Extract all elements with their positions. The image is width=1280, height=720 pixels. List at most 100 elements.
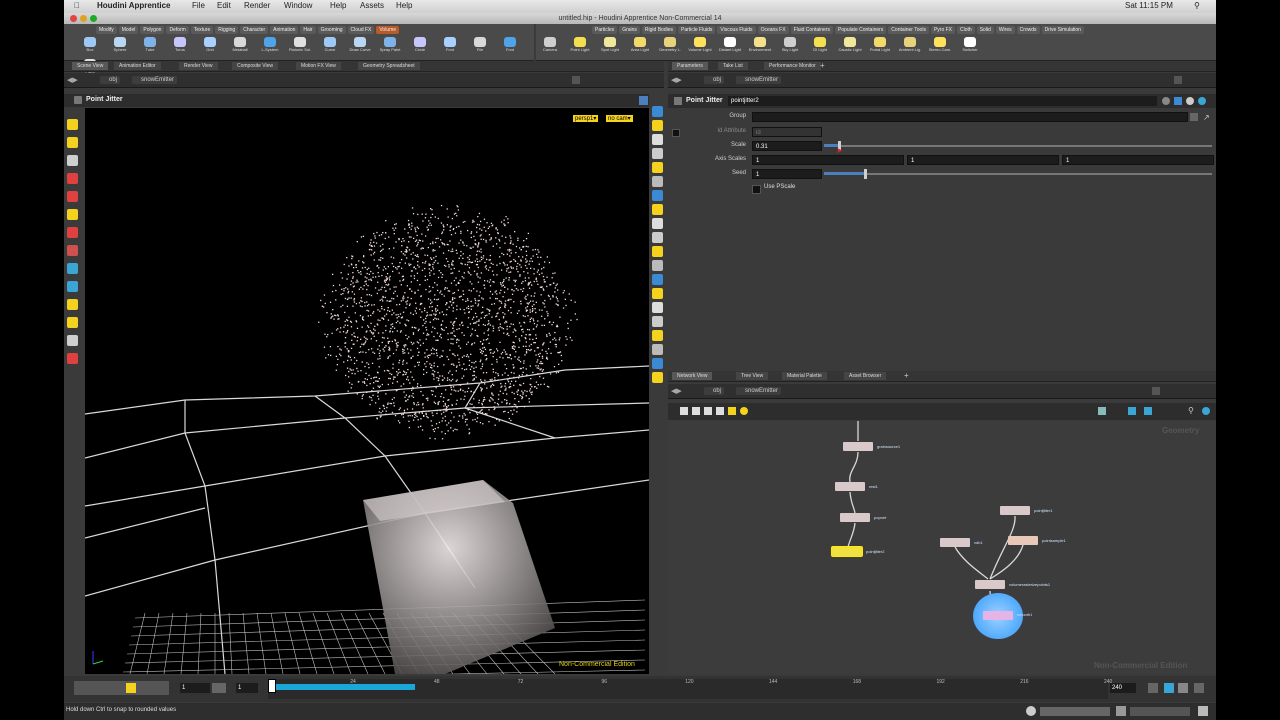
shelf-right-tool-1[interactable]: Point Light: [568, 37, 592, 59]
shelf-left-tool-14[interactable]: Font: [498, 37, 522, 59]
seed-slider-handle[interactable]: [864, 169, 867, 179]
tab-motion-fx-view[interactable]: Motion FX View: [296, 62, 341, 70]
viewport-right-toolbar-tool-4-icon[interactable]: [652, 162, 663, 173]
shelf-right-tab-5[interactable]: Oceans FX: [757, 26, 789, 34]
menu-file[interactable]: File: [192, 1, 205, 10]
shelf-left-tool-9[interactable]: Draw Curve: [348, 37, 372, 59]
shelf-left-tab-9[interactable]: Grooming: [317, 26, 346, 34]
left-toolbar-tool-0-icon[interactable]: [67, 119, 78, 130]
timeline-track[interactable]: 124487296120144168192216240: [268, 679, 1112, 699]
viewport-right-toolbar-tool-11-icon[interactable]: [652, 260, 663, 271]
left-toolbar-tool-11-icon[interactable]: [67, 317, 78, 328]
tab-parameters[interactable]: Parameters: [672, 62, 708, 70]
display-options-icon[interactable]: [639, 96, 648, 105]
tab-render-view[interactable]: Render View: [179, 62, 218, 70]
viewport-right-toolbar-tool-18-icon[interactable]: [652, 358, 663, 369]
shelf-right-tool-5[interactable]: Volume Light: [688, 37, 712, 59]
tab-performance-monitor[interactable]: Performance Monitor: [764, 62, 821, 70]
menu-render[interactable]: Render: [244, 1, 270, 10]
keys-icon[interactable]: [1164, 683, 1174, 693]
end-frame-field[interactable]: 240: [1110, 683, 1136, 693]
network-box-icon[interactable]: [740, 407, 748, 415]
scale-field[interactable]: 0.31: [752, 141, 822, 151]
viewport-right-toolbar-tool-12-icon[interactable]: [652, 274, 663, 285]
network-editor[interactable]: Geometry Non-Commercial Edition grainsou…: [668, 421, 1216, 674]
shelf-left-tab-2[interactable]: Polygon: [140, 26, 165, 34]
network-tool-3-icon[interactable]: [704, 407, 712, 415]
shelf-right-tool-9[interactable]: GI Light: [808, 37, 832, 59]
shelf-right-tool-14[interactable]: Switcher: [958, 37, 982, 59]
status-field[interactable]: [1040, 707, 1110, 716]
shelf-right-tool-10[interactable]: Caustic Light: [838, 37, 862, 59]
network-add-tab-icon[interactable]: +: [904, 371, 909, 380]
network-path-obj[interactable]: obj: [704, 387, 725, 395]
shelf-left-tool-3[interactable]: Torus: [168, 37, 192, 59]
left-toolbar-tool-1-icon[interactable]: [67, 137, 78, 148]
shelf-left-tab-10[interactable]: Cloud FX: [347, 26, 375, 34]
shelf-right-tab-11[interactable]: Solid: [976, 26, 994, 34]
shelf-left-tab-3[interactable]: Deform: [166, 26, 189, 34]
params-back-arrow-icon[interactable]: ◀▶: [671, 76, 682, 84]
persp-camera-menu[interactable]: persp1▾: [573, 115, 599, 122]
seed-slider-track[interactable]: [824, 173, 1212, 175]
tab-take-list[interactable]: Take List: [718, 62, 748, 70]
viewport-right-toolbar-tool-0-icon[interactable]: [652, 106, 663, 117]
shelf-right-tab-12[interactable]: Wires: [995, 26, 1015, 34]
back-arrow-icon[interactable]: ◀▶: [67, 76, 78, 84]
menu-help[interactable]: Help: [330, 1, 346, 10]
shelf-left-tab-0[interactable]: Modify: [96, 26, 117, 34]
network-tool-1-icon[interactable]: [680, 407, 688, 415]
path-obj[interactable]: obj: [100, 76, 121, 84]
info-icon[interactable]: [1186, 97, 1194, 105]
shelf-right-tool-8[interactable]: Sky Light: [778, 37, 802, 59]
shelf-right-tab-10[interactable]: Cloth: [957, 26, 975, 34]
tab-network-view[interactable]: Network View: [672, 372, 713, 380]
scale-slider-track[interactable]: [824, 145, 1212, 147]
left-toolbar-tool-13-icon[interactable]: [67, 353, 78, 364]
shelf-right-tool-6[interactable]: Distant Light: [718, 37, 742, 59]
help-book-icon[interactable]: [1174, 97, 1182, 105]
shelf-right-tab-4[interactable]: Viscous Fluids: [717, 26, 756, 34]
shelf-right-tab-13[interactable]: Crowds: [1016, 26, 1040, 34]
viewport-right-toolbar-tool-10-icon[interactable]: [652, 246, 663, 257]
shelf-left-tab-11[interactable]: Volume: [376, 26, 400, 34]
magnifier-icon[interactable]: ⚲: [1188, 406, 1194, 415]
viewport-right-toolbar-tool-1-icon[interactable]: [652, 120, 663, 131]
shelf-right-tab-8[interactable]: Container Tools: [888, 26, 929, 34]
tab-scene-view[interactable]: Scene View: [72, 62, 109, 70]
idattr-field[interactable]: id: [752, 127, 822, 137]
left-toolbar-tool-12-icon[interactable]: [67, 335, 78, 346]
shelf-right-tab-2[interactable]: Rigid Bodies: [641, 26, 676, 34]
viewport-right-toolbar-tool-6-icon[interactable]: [652, 190, 663, 201]
audio-icon[interactable]: [1194, 683, 1204, 693]
viewport-right-toolbar-tool-7-icon[interactable]: [652, 204, 663, 215]
network-path-snowemitter[interactable]: snowEmitter: [736, 387, 782, 395]
idattr-toggle[interactable]: [672, 129, 680, 137]
axis-scale-x-field[interactable]: 1: [752, 155, 904, 165]
zoom-window-icon[interactable]: [90, 15, 97, 22]
shelf-left-tool-7[interactable]: Platonic Sol.: [288, 37, 312, 59]
menu-edit[interactable]: Edit: [217, 1, 231, 10]
axis-scale-z-field[interactable]: 1: [1062, 155, 1214, 165]
shelf-left-tool-0[interactable]: Box: [78, 37, 102, 59]
tab-tree-view[interactable]: Tree View: [736, 372, 769, 380]
params-path-obj[interactable]: obj: [704, 76, 725, 84]
viewport-right-toolbar-tool-15-icon[interactable]: [652, 316, 663, 327]
app-menu[interactable]: Houdini Apprentice: [97, 1, 170, 10]
left-toolbar-tool-10-icon[interactable]: [67, 299, 78, 310]
network-tool-4-icon[interactable]: [716, 407, 724, 415]
left-toolbar-tool-3-icon[interactable]: [67, 173, 78, 184]
use-pscale-checkbox[interactable]: [752, 185, 761, 194]
status-search-icon[interactable]: [1026, 706, 1036, 716]
shelf-left-tool-8[interactable]: Curve: [318, 37, 342, 59]
no-cam-menu[interactable]: no cam▾: [606, 115, 633, 122]
shelf-right-tool-4[interactable]: Geometry L.: [658, 37, 682, 59]
shelf-right-tab-9[interactable]: Pyro FX: [930, 26, 956, 34]
shelf-right-tool-2[interactable]: Spot Light: [598, 37, 622, 59]
shelf-right-tab-1[interactable]: Grains: [619, 26, 640, 34]
seed-field[interactable]: 1: [752, 169, 822, 179]
shelf-left-tab-5[interactable]: Rigging: [215, 26, 239, 34]
shelf-right-tab-6[interactable]: Fluid Containers: [790, 26, 833, 34]
tab-geometry-spreadsheet[interactable]: Geometry Spreadsheet: [358, 62, 420, 70]
group-select-arrow-icon[interactable]: ↗: [1203, 113, 1210, 122]
